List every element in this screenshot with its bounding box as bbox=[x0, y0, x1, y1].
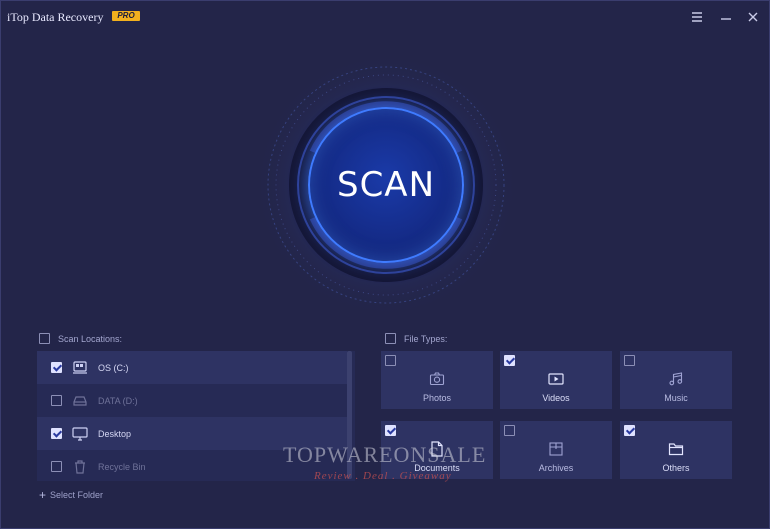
file-type-label: Photos bbox=[422, 393, 452, 403]
file-type-checkbox[interactable] bbox=[624, 355, 635, 366]
file-type-checkbox[interactable] bbox=[504, 355, 515, 366]
file-types-header: File Types: bbox=[385, 333, 447, 344]
pro-badge: PRO bbox=[112, 11, 140, 21]
watermark-text: TOPWAREONSALE bbox=[283, 442, 487, 467]
location-checkbox[interactable] bbox=[51, 395, 62, 406]
file-type-label: Music bbox=[664, 393, 688, 403]
file-types-label: File Types: bbox=[404, 333, 448, 344]
scan-locations-select-all-checkbox[interactable] bbox=[39, 333, 50, 344]
title-bar: iTop Data Recovery PRO bbox=[1, 1, 769, 33]
scan-locations-header: Scan Locations: bbox=[39, 333, 122, 344]
close-icon[interactable] bbox=[745, 9, 761, 25]
watermark-subtext: Review . Deal . Giveaway bbox=[314, 470, 452, 482]
location-item-data-d[interactable]: DATA (D:) bbox=[37, 384, 347, 417]
scan-button[interactable]: SCAN bbox=[308, 107, 464, 263]
plus-icon: + bbox=[39, 488, 47, 502]
minimize-icon[interactable] bbox=[718, 9, 734, 25]
hamburger-menu-icon[interactable] bbox=[689, 9, 705, 25]
system-drive-icon bbox=[72, 360, 88, 375]
app-window: iTop Data Recovery PRO SCAN Scan Locatio… bbox=[0, 0, 770, 529]
archive-box-icon bbox=[548, 441, 564, 457]
scan-button-label: SCAN bbox=[336, 165, 435, 205]
camera-icon bbox=[429, 371, 445, 387]
file-type-label: Videos bbox=[542, 393, 570, 403]
file-type-label: Archives bbox=[538, 463, 574, 473]
location-item-os-c[interactable]: OS (C:) bbox=[37, 351, 347, 384]
file-type-archives[interactable]: Archives bbox=[500, 421, 612, 479]
select-folder-label: Select Folder bbox=[50, 490, 104, 500]
drive-icon bbox=[72, 394, 88, 408]
scan-area: SCAN bbox=[253, 52, 519, 318]
file-type-videos[interactable]: Videos bbox=[500, 351, 612, 409]
file-type-label: Others bbox=[662, 463, 690, 473]
file-type-checkbox[interactable] bbox=[504, 425, 515, 436]
location-checkbox[interactable] bbox=[51, 362, 62, 373]
file-type-music[interactable]: Music bbox=[620, 351, 732, 409]
file-type-photos[interactable]: Photos bbox=[381, 351, 493, 409]
file-type-checkbox[interactable] bbox=[624, 425, 635, 436]
location-label: OS (C:) bbox=[98, 362, 129, 373]
app-title: iTop Data Recovery bbox=[7, 10, 104, 24]
location-label: DATA (D:) bbox=[98, 395, 138, 406]
file-types-select-all-checkbox[interactable] bbox=[385, 333, 396, 344]
scan-locations-label: Scan Locations: bbox=[58, 333, 123, 344]
play-video-icon bbox=[548, 371, 564, 387]
monitor-icon bbox=[72, 426, 88, 441]
location-checkbox[interactable] bbox=[51, 428, 62, 439]
location-checkbox[interactable] bbox=[51, 461, 62, 472]
location-label: Desktop bbox=[98, 428, 132, 439]
file-type-others[interactable]: Others bbox=[620, 421, 732, 479]
file-type-checkbox[interactable] bbox=[385, 355, 396, 366]
file-type-checkbox[interactable] bbox=[385, 425, 396, 436]
folder-icon bbox=[668, 441, 684, 457]
select-folder-button[interactable]: + Select Folder bbox=[39, 488, 103, 502]
trash-icon bbox=[72, 459, 88, 474]
location-label: Recycle Bin bbox=[98, 461, 146, 472]
music-note-icon bbox=[668, 371, 684, 387]
